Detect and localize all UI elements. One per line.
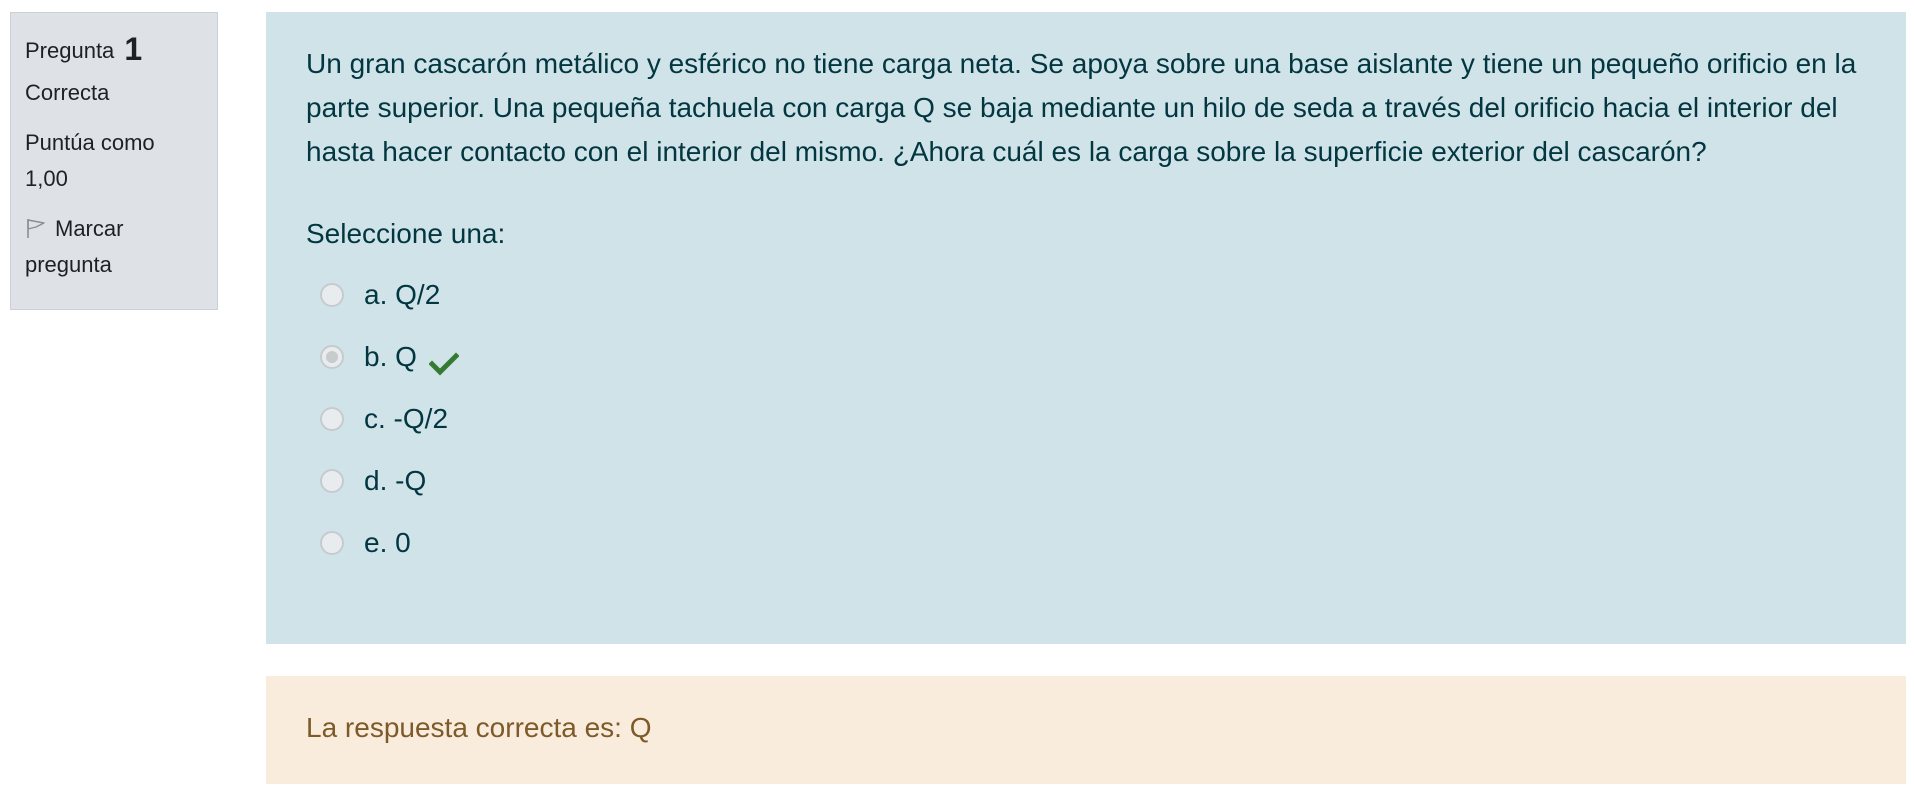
- radio-a[interactable]: [320, 283, 344, 307]
- answer-label-a: a. Q/2: [364, 279, 441, 310]
- question-formulation: Un gran cascarón metálico y esférico no …: [266, 12, 1906, 644]
- answer-label-b: b. Q: [364, 341, 417, 372]
- flag-label-line2: pregunta: [25, 252, 112, 277]
- answer-options: a. Q/2 b. Q c. -Q/2 d. -Q e. 0: [306, 264, 1866, 574]
- question-state: Correcta: [25, 80, 110, 105]
- correct-check-icon: [428, 345, 460, 376]
- answer-option-e[interactable]: e. 0: [320, 512, 1866, 574]
- question-number: 1: [124, 31, 143, 67]
- flag-label-line1: Marcar: [55, 216, 124, 241]
- answer-option-a[interactable]: a. Q/2: [320, 264, 1866, 326]
- question-label: Pregunta: [25, 38, 115, 63]
- grade-label: Puntúa como: [25, 130, 155, 155]
- quiz-page: Pregunta 1 Correcta Puntúa como 1,00 Mar…: [0, 0, 1914, 806]
- radio-b[interactable]: [320, 345, 344, 369]
- right-answer-text: La respuesta correcta es: Q: [306, 712, 652, 743]
- answer-label-e: e. 0: [364, 527, 411, 558]
- grade-value: 1,00: [25, 166, 68, 191]
- right-answer-feedback: La respuesta correcta es: Q: [266, 676, 1906, 784]
- radio-d[interactable]: [320, 469, 344, 493]
- flag-question-link[interactable]: Marcar pregunta: [25, 211, 203, 283]
- answer-option-b[interactable]: b. Q: [320, 326, 1866, 388]
- answer-option-d[interactable]: d. -Q: [320, 450, 1866, 512]
- question-number-row: Pregunta 1: [25, 31, 203, 69]
- answer-label-c: c. -Q/2: [364, 403, 449, 434]
- question-text: Un gran cascarón metálico y esférico no …: [306, 48, 1857, 167]
- question-info-panel: Pregunta 1 Correcta Puntúa como 1,00 Mar…: [10, 12, 218, 310]
- radio-c[interactable]: [320, 407, 344, 431]
- flag-icon: [25, 214, 47, 238]
- answer-prompt: Seleccione una:: [306, 218, 506, 249]
- question-grade: Puntúa como 1,00: [25, 125, 203, 197]
- answer-label-d: d. -Q: [364, 465, 427, 496]
- radio-e[interactable]: [320, 531, 344, 555]
- answer-option-c[interactable]: c. -Q/2: [320, 388, 1866, 450]
